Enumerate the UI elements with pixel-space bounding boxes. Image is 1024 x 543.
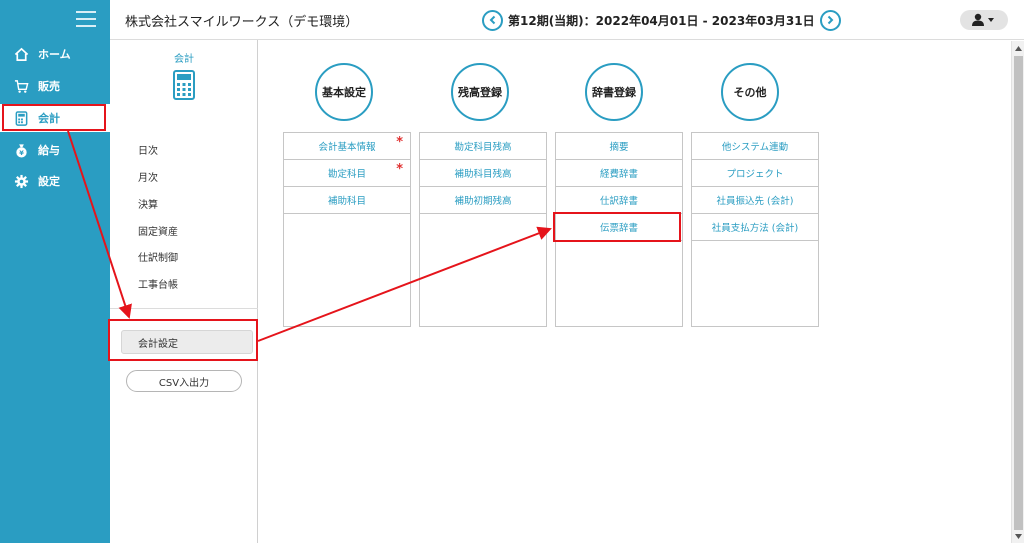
nav-item-settings[interactable]: 設定 (0, 167, 110, 195)
fiscal-period: 第12期(当期)：2022年04月01日 - 2023年03月31日 (482, 9, 841, 31)
left-nav: ホーム 販売 会計 ¥ 給与 設定 (0, 0, 110, 543)
accounting-submenu: 会計 日次 月次 決算 固定資産 仕訳制御 工事台帳 会計設定 CSV入出力 (110, 40, 258, 543)
user-menu-button[interactable] (960, 10, 1008, 30)
caret-down-icon (988, 18, 994, 22)
submenu-link-daily[interactable]: 日次 (138, 142, 158, 157)
company-name: 株式会社スマイルワークス（デモ環境） (125, 15, 359, 30)
nav-item-label: ホーム (38, 48, 71, 61)
previous-period-button[interactable] (482, 9, 503, 31)
app-window: ホーム 販売 会計 ¥ 給与 設定 株式会社スマイルワークス（デモ環境） 第12… (0, 0, 1024, 543)
scroll-down-arrow-icon[interactable] (1012, 530, 1024, 542)
category-dictionary-registration[interactable]: 辞書登録 (585, 63, 643, 121)
cart-icon (13, 78, 29, 94)
required-mark: * (396, 135, 403, 150)
link-descriptions[interactable]: 摘要 (556, 133, 682, 160)
link-account-balance[interactable]: 勘定科目残高 (420, 133, 546, 160)
link-label: 経費辞書 (599, 169, 638, 180)
link-sub-accounts[interactable]: 補助科目 (284, 187, 410, 214)
category-basic-settings[interactable]: 基本設定 (315, 63, 373, 121)
link-projects[interactable]: プロジェクト (692, 160, 818, 187)
link-panel: 勘定科目残高 補助科目残高 補助初期残高 (419, 132, 547, 327)
scroll-up-arrow-icon[interactable] (1012, 42, 1024, 54)
category-balance-registration[interactable]: 残高登録 (451, 63, 509, 121)
submenu-link-monthly[interactable]: 月次 (138, 169, 158, 184)
submenu-link-journal-control[interactable]: 仕訳制御 (138, 249, 178, 264)
gear-icon (13, 173, 29, 189)
nav-item-sales[interactable]: 販売 (0, 72, 110, 100)
settings-main: 基本設定 会計基本情報 * 勘定科目 * 補助科目 残高登録 勘定科目残高 補助科目… (259, 41, 1011, 543)
link-panel: 会計基本情報 * 勘定科目 * 補助科目 (283, 132, 411, 327)
link-sub-opening-balance[interactable]: 補助初期残高 (420, 187, 546, 214)
required-mark: * (396, 162, 403, 177)
user-icon (972, 13, 984, 26)
calculator-icon (173, 70, 195, 100)
link-employee-transfer-account[interactable]: 社員振込先 (会計) (692, 187, 818, 214)
link-label: 社員支払方法 (会計) (711, 223, 799, 234)
link-label: 補助科目 (327, 196, 366, 207)
nav-item-home[interactable]: ホーム (0, 40, 110, 68)
submenu-link-closing[interactable]: 決算 (138, 196, 158, 211)
submenu-title: 会計 (174, 54, 194, 65)
money-bag-icon: ¥ (13, 142, 29, 158)
nav-item-label: 給与 (38, 144, 60, 157)
svg-text:¥: ¥ (19, 149, 24, 157)
highlight-voucher-dictionary (553, 212, 681, 242)
link-account-titles[interactable]: 勘定科目 * (284, 160, 410, 187)
link-label: 仕訳辞書 (599, 196, 638, 207)
link-employee-payment-method[interactable]: 社員支払方法 (会計) (692, 214, 818, 241)
vertical-scrollbar[interactable] (1011, 41, 1024, 543)
highlight-accounting-nav (2, 104, 106, 131)
scrollbar-thumb[interactable] (1014, 56, 1023, 530)
link-label: 会計基本情報 (318, 142, 376, 153)
top-header: 株式会社スマイルワークス（デモ環境） 第12期(当期)：2022年04月01日 … (110, 0, 1024, 40)
hamburger-menu-icon[interactable] (76, 11, 96, 27)
nav-item-label: 販売 (38, 80, 60, 93)
link-label: プロジェクト (726, 169, 784, 180)
fiscal-period-text: 第12期(当期)：2022年04月01日 - 2023年03月31日 (508, 13, 815, 28)
next-period-button[interactable] (819, 9, 841, 31)
nav-item-label: 設定 (38, 175, 60, 188)
link-label: 補助科目残高 (454, 169, 512, 180)
submenu-link-construction-ledger[interactable]: 工事台帳 (138, 276, 178, 291)
link-label: 勘定科目 (327, 169, 366, 180)
link-label: 社員振込先 (会計) (716, 196, 794, 207)
link-label: 摘要 (609, 142, 629, 153)
link-label: 補助初期残高 (454, 196, 512, 207)
link-accounting-basic-info[interactable]: 会計基本情報 * (284, 133, 410, 160)
link-label: 勘定科目残高 (454, 142, 512, 153)
link-sub-account-balance[interactable]: 補助科目残高 (420, 160, 546, 187)
submenu-link-fixed-assets[interactable]: 固定資産 (138, 223, 178, 238)
nav-item-payroll[interactable]: ¥ 給与 (0, 136, 110, 164)
link-journal-dictionary[interactable]: 仕訳辞書 (556, 187, 682, 214)
chevron-left-icon (489, 15, 495, 25)
link-label: 他システム連動 (721, 142, 789, 153)
chevron-right-icon (827, 15, 834, 25)
link-expense-dictionary[interactable]: 経費辞書 (556, 160, 682, 187)
category-others[interactable]: その他 (721, 63, 779, 121)
submenu-divider (110, 308, 258, 309)
csv-import-export-button[interactable]: CSV入出力 (126, 370, 242, 392)
highlight-accounting-settings (108, 319, 258, 361)
link-panel: 他システム連動 プロジェクト 社員振込先 (会計) 社員支払方法 (会計) (691, 132, 819, 327)
link-system-integration[interactable]: 他システム連動 (692, 133, 818, 160)
home-icon (13, 46, 29, 62)
submenu-header: 会計 (110, 50, 258, 100)
